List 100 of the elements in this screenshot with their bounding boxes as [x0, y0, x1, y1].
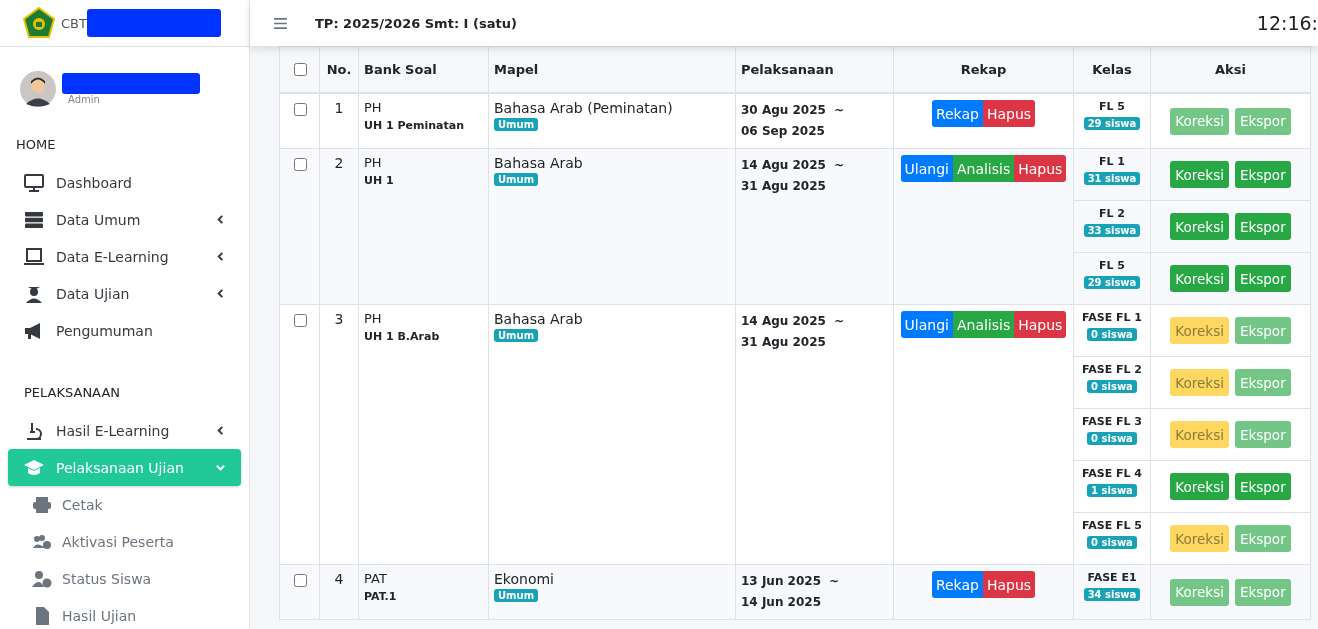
- column-header: No.: [319, 46, 359, 93]
- select-all-checkbox[interactable]: [293, 63, 307, 76]
- end-date: 14 Jun 2025: [741, 594, 822, 611]
- rekap-action-button[interactable]: Ulangi: [900, 155, 953, 182]
- row-checkbox[interactable]: [293, 574, 307, 587]
- row-number: 3: [334, 311, 344, 327]
- row-number: 1: [334, 100, 344, 116]
- action-button[interactable]: Ekspor: [1234, 369, 1291, 396]
- end-date: 31 Agu 2025: [741, 178, 827, 195]
- student-count-badge: 0 siswa: [1087, 536, 1137, 549]
- action-button[interactable]: Ekspor: [1234, 213, 1291, 240]
- rekap-action-button[interactable]: Rekap: [931, 100, 983, 127]
- student-count-badge: 1 siswa: [1087, 484, 1137, 497]
- action-button[interactable]: Koreksi: [1170, 107, 1229, 135]
- microscope-icon: [24, 421, 44, 440]
- end-date: 06 Sep 2025: [741, 123, 826, 140]
- action-button[interactable]: Ekspor: [1234, 525, 1291, 552]
- sidebar-item[interactable]: Data E-Learning: [8, 238, 241, 275]
- student-count-badge: 0 siswa: [1087, 432, 1137, 445]
- action-button[interactable]: Ekspor: [1234, 578, 1291, 606]
- action-button[interactable]: Koreksi: [1170, 317, 1229, 344]
- date-separator: ~: [833, 314, 844, 328]
- action-button[interactable]: Koreksi: [1170, 421, 1229, 448]
- rekap-action-button[interactable]: Analisis: [952, 155, 1015, 182]
- user-icon: [24, 284, 44, 303]
- date-separator: ~: [833, 103, 844, 117]
- action-button[interactable]: Koreksi: [1170, 525, 1229, 552]
- action-button[interactable]: Ekspor: [1234, 421, 1291, 448]
- student-count-badge: 0 siswa: [1087, 380, 1137, 393]
- subject-tag: Umum: [494, 329, 539, 342]
- class-name: FASE FL 2: [1080, 363, 1143, 376]
- student-count-badge: 33 siswa: [1083, 224, 1141, 237]
- action-button[interactable]: Ekspor: [1234, 265, 1291, 292]
- rekap-action-button[interactable]: Hapus: [982, 571, 1036, 598]
- monitor-icon: [24, 173, 44, 192]
- bank-name: PH: [364, 311, 383, 326]
- start-date: 30 Agu 2025: [741, 103, 826, 117]
- submenu-item[interactable]: Aktivasi Peserta: [0, 523, 249, 560]
- rekap-action-button[interactable]: Analisis: [952, 311, 1015, 338]
- caret-icon: [216, 215, 225, 224]
- brand-name: CBT: [61, 15, 87, 31]
- class-name: FL 1: [1098, 155, 1126, 168]
- student-count-badge: 31 siswa: [1083, 172, 1141, 185]
- column-header: Bank Soal: [358, 46, 489, 93]
- row-checkbox[interactable]: [293, 314, 307, 327]
- action-button[interactable]: Ekspor: [1234, 161, 1291, 188]
- bank-name: PH: [364, 100, 383, 115]
- action-button[interactable]: Ekspor: [1234, 317, 1291, 344]
- class-name: FASE FL 5: [1080, 519, 1143, 532]
- action-button[interactable]: Ekspor: [1234, 107, 1291, 135]
- cap-icon: [24, 458, 44, 477]
- action-button[interactable]: Koreksi: [1170, 473, 1229, 500]
- printer-icon: [32, 495, 52, 514]
- action-button[interactable]: Koreksi: [1170, 213, 1229, 240]
- caret-icon: [216, 289, 225, 298]
- subject-name: Ekonomi: [494, 571, 555, 587]
- student-count-badge: 0 siswa: [1087, 328, 1137, 341]
- sidebar-item[interactable]: Data Ujian: [8, 275, 241, 312]
- sidebar-item[interactable]: Pengumuman: [8, 312, 241, 349]
- sidebar-item[interactable]: Pelaksanaan Ujian: [8, 449, 241, 486]
- page-title: TP: 2025/2026 Smt: I (satu): [315, 15, 518, 31]
- action-button[interactable]: Koreksi: [1170, 369, 1229, 396]
- rekap-action-button[interactable]: Rekap: [931, 571, 983, 598]
- row-checkbox[interactable]: [293, 103, 307, 116]
- submenu-item[interactable]: Status Siswa: [0, 560, 249, 597]
- caret-icon: [216, 463, 225, 472]
- server-icon: [24, 210, 44, 229]
- laptop-icon: [24, 247, 44, 266]
- class-name: FL 5: [1098, 100, 1126, 113]
- menu-icon[interactable]: [274, 17, 287, 29]
- row-checkbox[interactable]: [293, 158, 307, 171]
- student-count-badge: 29 siswa: [1083, 276, 1141, 289]
- action-button[interactable]: Koreksi: [1170, 265, 1229, 292]
- start-date: 14 Agu 2025: [741, 158, 826, 172]
- rekap-action-button[interactable]: Hapus: [1014, 155, 1067, 182]
- submenu-item[interactable]: Hasil Ujian: [0, 597, 249, 629]
- action-button[interactable]: Koreksi: [1170, 161, 1229, 188]
- clock-time: 12:16:: [1256, 12, 1318, 34]
- emblem-logo: [23, 7, 55, 39]
- row-number: 4: [334, 571, 344, 587]
- student-count-badge: 34 siswa: [1083, 588, 1141, 601]
- sidebar-item[interactable]: Data Umum: [8, 201, 241, 238]
- submenu-item[interactable]: Cetak: [0, 486, 249, 523]
- class-name: FASE FL 4: [1080, 467, 1143, 480]
- bank-name: PAT: [364, 571, 388, 586]
- start-date: 13 Jun 2025: [741, 574, 821, 588]
- class-name: FL 2: [1098, 207, 1126, 220]
- class-name: FASE FL 1: [1080, 311, 1143, 324]
- column-header: Rekap: [893, 46, 1074, 93]
- rekap-action-button[interactable]: Ulangi: [900, 311, 953, 338]
- start-date: 14 Agu 2025: [741, 314, 826, 328]
- column-header: Aksi: [1150, 46, 1311, 93]
- action-button[interactable]: Ekspor: [1234, 473, 1291, 500]
- action-button[interactable]: Koreksi: [1170, 578, 1229, 606]
- rekap-action-button[interactable]: Hapus: [982, 100, 1036, 127]
- class-name: FASE FL 3: [1080, 415, 1143, 428]
- sidebar-item[interactable]: Hasil E-Learning: [8, 412, 241, 449]
- row-number: 2: [334, 155, 344, 171]
- sidebar-item[interactable]: Dashboard: [8, 164, 241, 201]
- rekap-action-button[interactable]: Hapus: [1014, 311, 1067, 338]
